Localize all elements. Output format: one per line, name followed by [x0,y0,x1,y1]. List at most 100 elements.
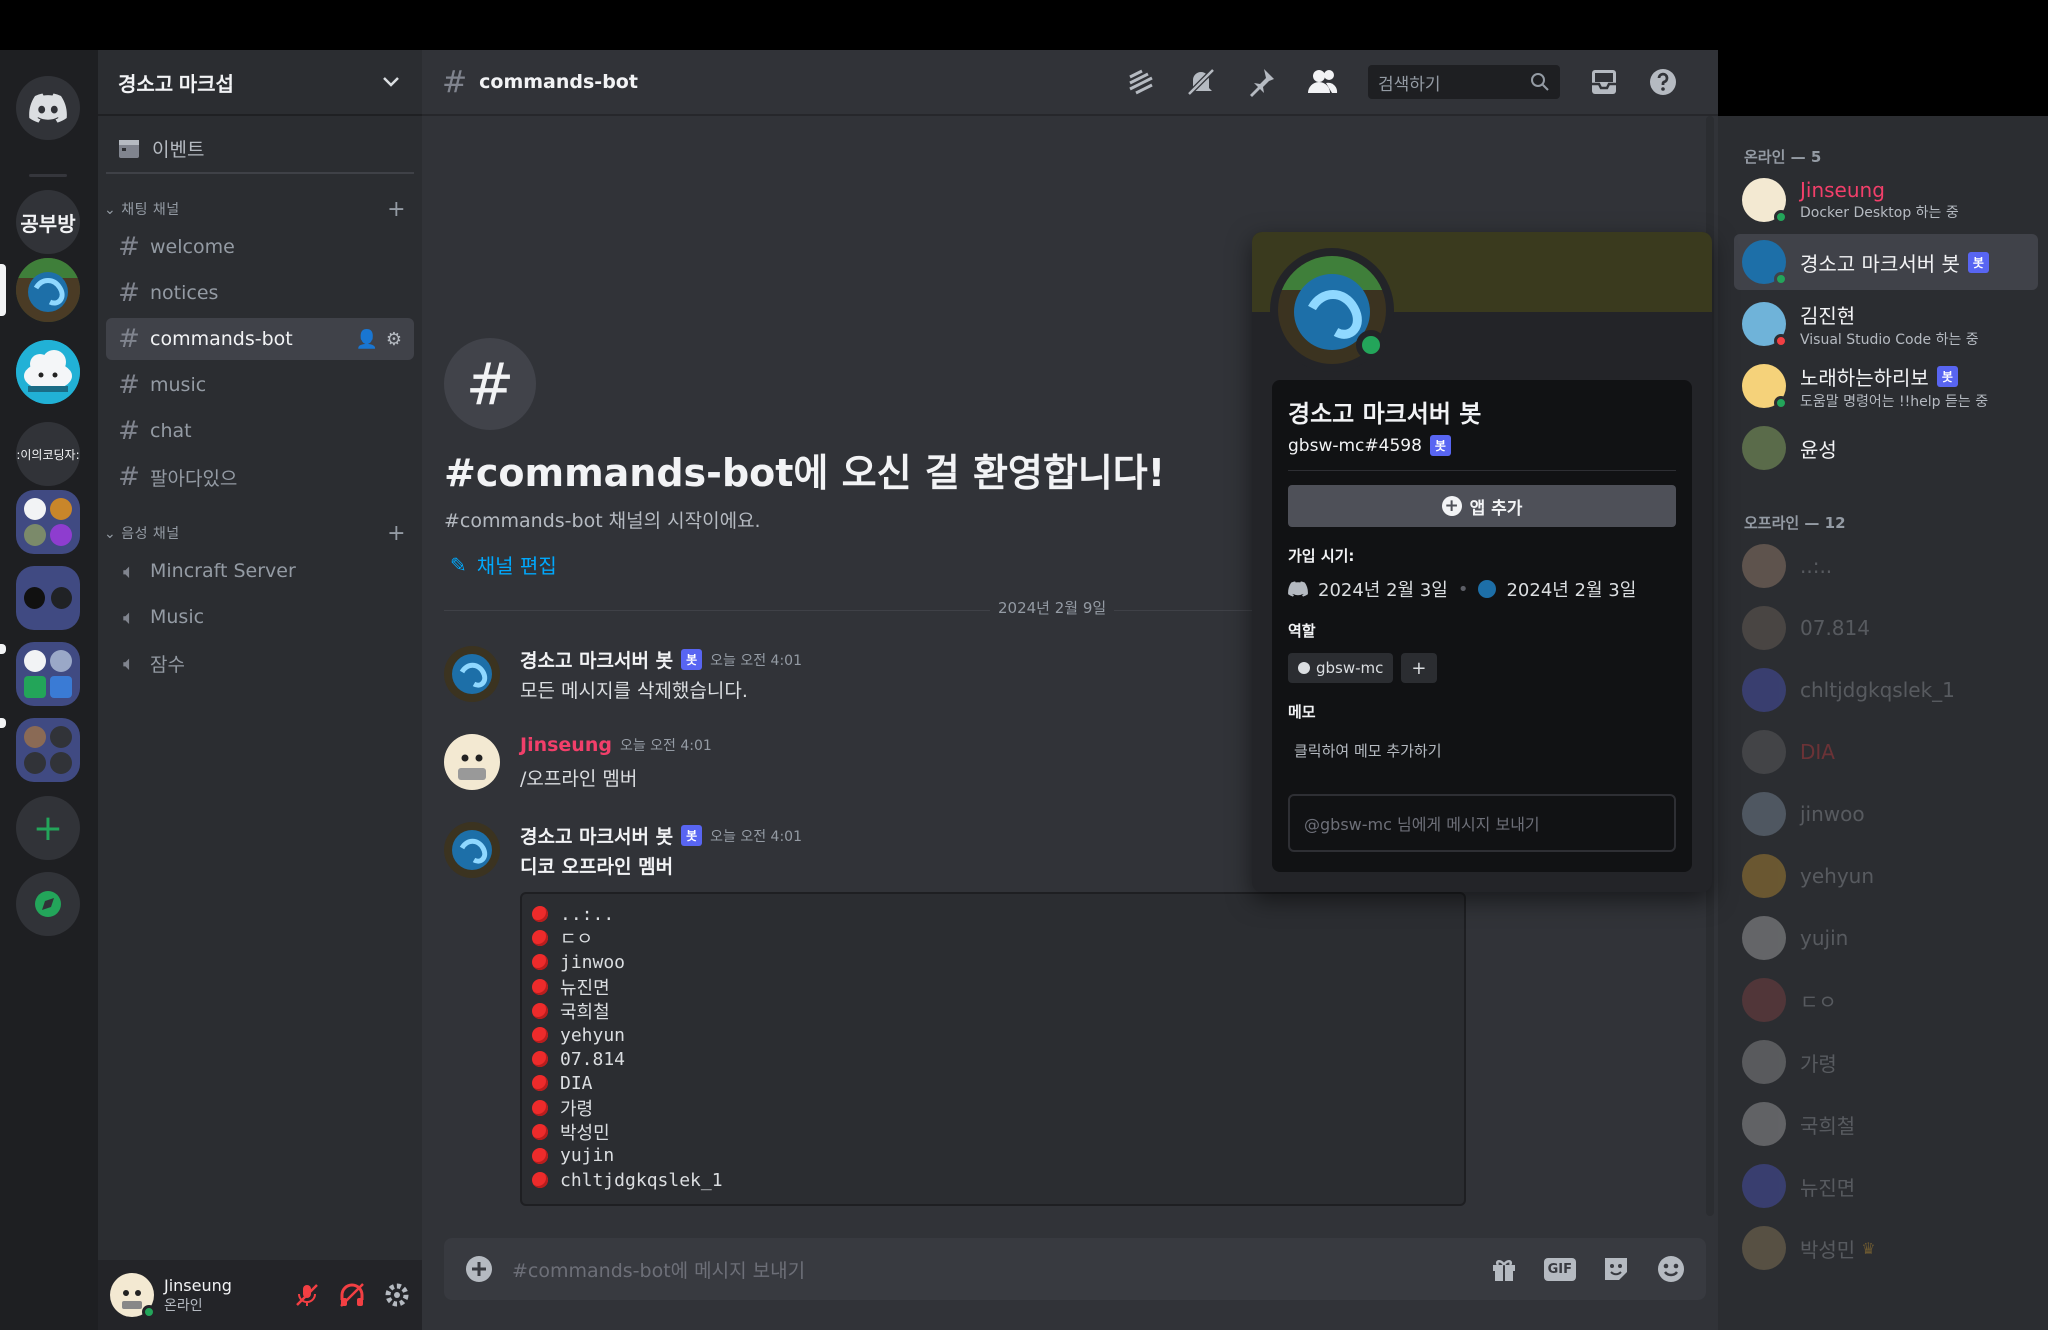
category-text-label: ⌄ 채팅 채널 [104,202,180,218]
hash-icon: # [118,416,140,446]
avatar[interactable] [444,822,500,878]
inbox-icon[interactable] [1590,68,1618,96]
dot-separator: • [1457,578,1469,600]
events-label: 이벤트 [152,138,205,161]
member-name: ㄷㅇ [1800,989,1837,1014]
events-item[interactable]: 이벤트 [106,124,414,174]
message-author[interactable]: 경소고 마크서버 봇 [520,646,673,673]
avatar [1742,544,1786,588]
create-channel-icon[interactable]: + [387,197,406,222]
user-name: Jinseung [164,1275,232,1295]
bot-badge: 봇 [681,649,703,670]
channel-sidebar: 경소고 마크섭 이벤트 ⌄ 채팅 채널 + # welcome # notices … [98,50,422,1330]
member-activity: 도움말 명령어는 !!help 듣는 중 [1800,393,1989,410]
server-folder-1[interactable] [16,490,80,554]
emoji-icon[interactable] [1656,1254,1686,1284]
member-item[interactable]: 경소고 마크서버 봇 봇 [1734,234,2038,290]
voice-channel-music[interactable]: 🔈︎ Music [106,596,414,638]
guild-header[interactable]: 경소고 마크섭 [98,50,422,116]
member-item[interactable]: jinwoo [1734,786,2038,842]
add-server-button[interactable]: + [16,796,80,860]
avatar[interactable] [444,734,500,790]
server-gbsw-mc[interactable] [16,258,80,322]
bot-badge: 봇 [1429,435,1451,456]
message-timestamp: 오늘 오전 4:01 [619,738,712,754]
gift-icon[interactable] [1490,1255,1518,1283]
headphones-muted-icon[interactable] [338,1282,366,1308]
server-gongbubang[interactable]: 공부방 [16,190,80,254]
create-channel-icon[interactable]: + [387,521,406,546]
server-coding[interactable]: :이의코딩자: [16,422,80,486]
pin-icon[interactable] [1246,67,1276,97]
server-folder-3[interactable] [16,642,80,706]
explore-servers-button[interactable] [16,872,80,936]
threads-icon[interactable] [1126,67,1156,97]
member-item[interactable]: 노래하는하리보 봇 도움말 명령어는 !!help 듣는 중 [1734,358,2038,414]
member-item[interactable]: 07.814 [1734,600,2038,656]
member-list-icon[interactable] [1306,67,1338,97]
server-cloud[interactable] [16,340,80,404]
member-item[interactable]: yujin [1734,910,2038,966]
channel-music[interactable]: # music [106,364,414,406]
role-chip[interactable]: gbsw-mc [1288,653,1394,683]
code-line: 국희철 [532,999,1454,1023]
channel-market[interactable]: # 팔아다있으 [106,456,414,498]
red-circle-icon [532,1051,548,1068]
discord-home-button[interactable] [16,76,80,140]
member-item[interactable]: chltjdgkqslek_1 [1734,662,2038,718]
channel-chat[interactable]: # chat [106,410,414,452]
add-attachment-icon[interactable] [464,1254,494,1284]
gif-icon[interactable]: GIF [1543,1257,1576,1281]
member-item[interactable]: Jinseung Docker Desktop 하는 중 [1734,172,2038,228]
avatar [1742,364,1788,410]
gear-icon[interactable]: ⚙ [386,329,402,350]
channel-notices[interactable]: # notices [106,272,414,314]
voice-channel-minecraft[interactable]: 🔈︎ Mincraft Server [106,550,414,592]
channel-welcome[interactable]: # welcome [106,226,414,268]
sticker-icon[interactable] [1602,1255,1630,1283]
member-item[interactable]: 윤성 [1734,420,2038,476]
red-circle-icon [532,1172,548,1189]
member-item[interactable]: DIA [1734,724,2038,780]
member-item[interactable]: yehyun [1734,848,2038,904]
member-item[interactable]: 박성민 ♛ [1734,1220,2038,1276]
message-author[interactable]: Jinseung [520,734,612,756]
channel-commands-bot[interactable]: # commands-bot 👤 ⚙ [106,318,414,360]
member-item[interactable]: 국희철 [1734,1096,2038,1152]
mic-muted-icon[interactable] [294,1282,320,1308]
plus-icon: + [1411,657,1427,679]
category-text[interactable]: ⌄ 채팅 채널 + [98,196,422,222]
add-app-button[interactable]: + 앱 추가 [1288,485,1676,527]
online-status-dot [1356,330,1386,360]
member-item[interactable]: ..:.. [1734,538,2038,594]
hash-icon: # [442,64,468,100]
voice-channel-afk[interactable]: 🔈︎ 잠수 [106,642,414,684]
category-voice[interactable]: ⌄ 음성 채널 + [98,520,422,546]
member-item[interactable]: 가령 [1734,1034,2038,1090]
settings-gear-icon[interactable] [384,1282,410,1308]
memo-input[interactable]: 클릭하여 메모 추가하기 [1288,740,1676,761]
guild-name: 경소고 마크섭 [118,73,234,96]
user-info[interactable]: Jinseung 온라인 [164,1276,232,1315]
message-author[interactable]: 경소고 마크서버 봇 [520,822,673,849]
member-item[interactable]: 뉴진면 [1734,1158,2038,1214]
online-status-dot [142,1305,156,1319]
divider [1288,470,1676,471]
member-item[interactable]: ㄷㅇ [1734,972,2038,1028]
message-composer[interactable]: #commands-bot에 메시지 보내기 GIF [444,1238,1706,1300]
search-input[interactable]: 검색하기 [1368,65,1560,99]
code-line: chltjdgkqslek_1 [532,1168,1454,1192]
edit-channel-link[interactable]: ✎ 채널 편집 [450,550,557,579]
add-role-button[interactable]: + [1401,653,1437,683]
help-icon[interactable] [1648,67,1678,97]
avatar[interactable] [444,646,500,702]
invite-icon[interactable]: 👤 [355,329,377,350]
server-folder-4[interactable] [16,718,80,782]
member-item[interactable]: 김진현 Visual Studio Code 하는 중 [1734,296,2038,352]
notification-muted-icon[interactable] [1186,67,1216,97]
avatar[interactable] [110,1273,156,1319]
rail-divider [29,174,67,177]
joined-header: 가입 시기: [1288,547,1355,565]
server-folder-2[interactable] [16,566,80,630]
dm-input[interactable]: @gbsw-mc 님에게 메시지 보내기 [1288,794,1676,852]
